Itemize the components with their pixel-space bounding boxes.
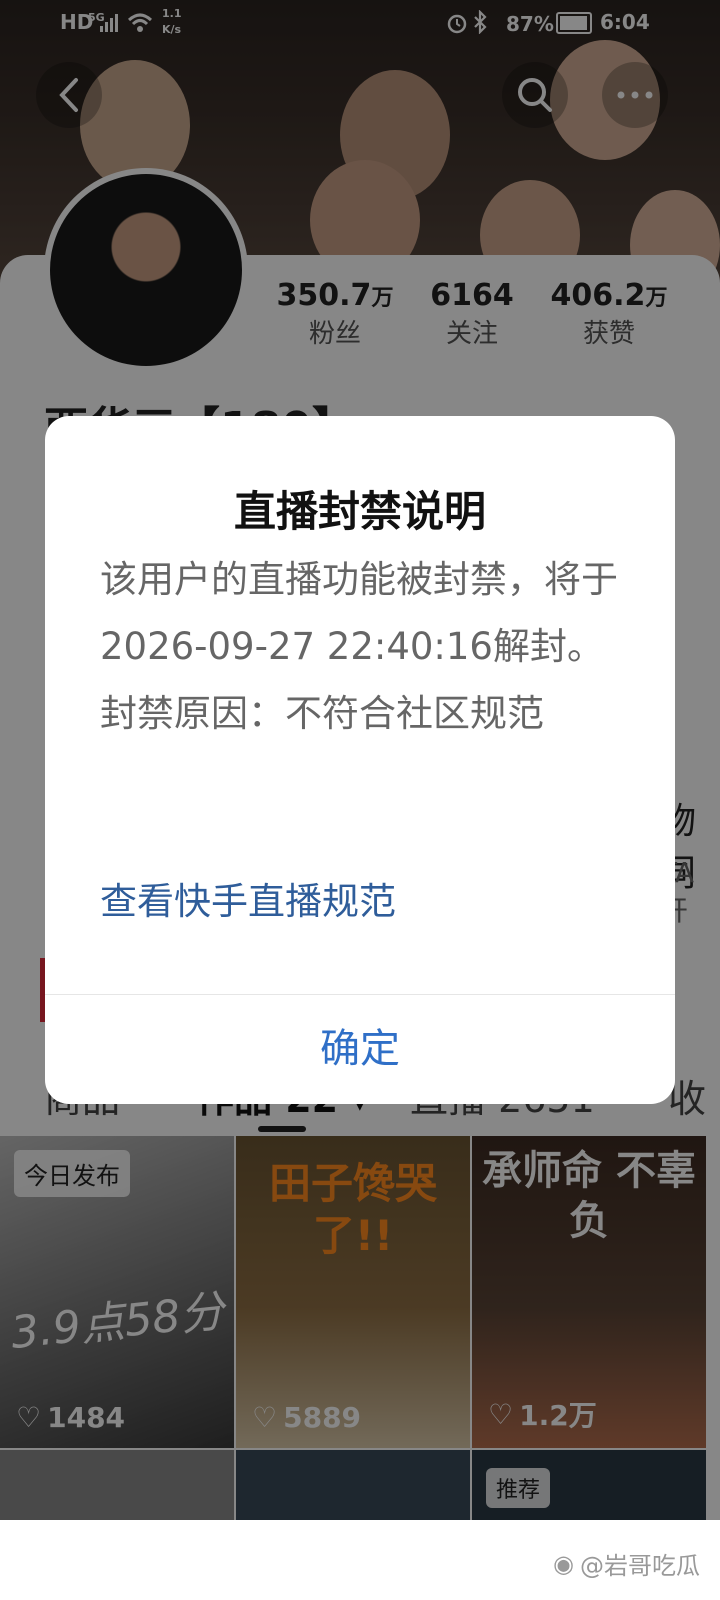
watermark-text: @岩哥吃瓜 — [580, 1552, 700, 1580]
dialog-title: 直播封禁说明 — [233, 487, 486, 536]
watermark: ◉ @岩哥吃瓜 — [553, 1546, 700, 1581]
dialog-message-text: 该用户的直播功能被封禁，将于2026-09-27 22:40:16解封。 封禁原… — [100, 558, 618, 735]
weibo-icon: ◉ — [553, 1549, 574, 1578]
ban-notice-dialog: 直播封禁说明 该用户的直播功能被封禁，将于2026-09-27 22:40:16… — [45, 416, 675, 1104]
live-rules-link[interactable]: 查看快手直播规范 — [100, 871, 396, 925]
dialog-message: 该用户的直播功能被封禁，将于2026-09-27 22:40:16解封。 封禁原… — [100, 546, 620, 747]
bottom-strip: ◉ @岩哥吃瓜 — [0, 1520, 720, 1600]
confirm-button[interactable]: 确定 — [45, 995, 675, 1104]
